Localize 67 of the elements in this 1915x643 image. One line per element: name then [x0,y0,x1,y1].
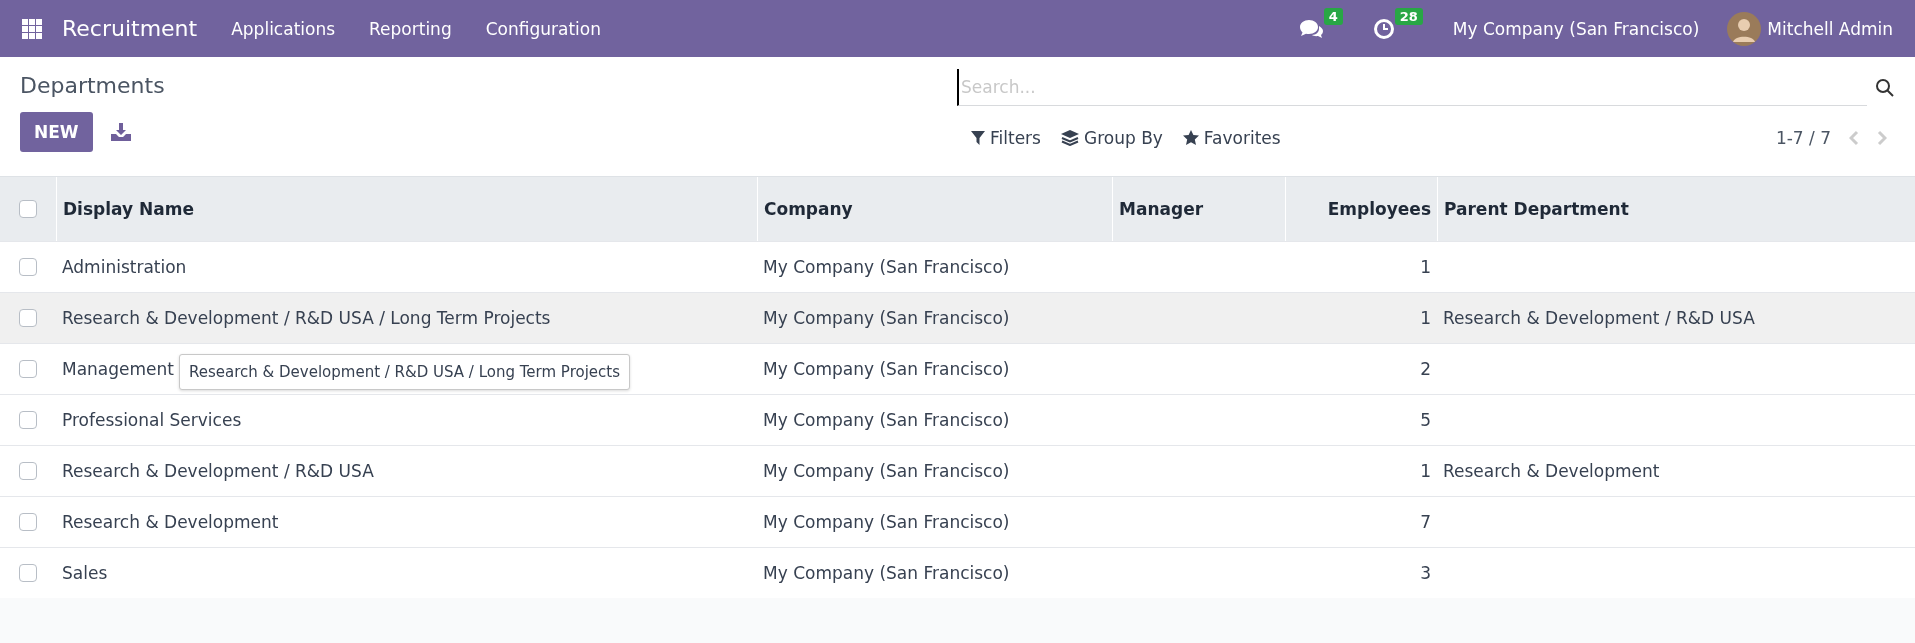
table-cell: 2 [1420,359,1431,379]
table-cell: Research & Development [62,512,279,532]
table-cell: 1 [1420,308,1431,328]
company-switcher[interactable]: My Company (San Francisco) [1452,18,1700,39]
table-cell: My Company (San Francisco) [763,359,1010,379]
filter-icon[interactable] [971,131,985,145]
table-cell: Research & Development [1443,461,1660,481]
table-cell: 3 [1420,563,1431,583]
table-cell: Research & Development / R&D USA [1443,308,1755,328]
pager-value[interactable]: 1-7 / 7 [1775,128,1831,148]
column-header[interactable]: Display Name [56,177,757,241]
download-icon[interactable] [110,123,131,141]
layers-icon[interactable] [1060,130,1079,146]
table-cell: Administration [62,257,187,277]
column-header[interactable]: Employees [1285,177,1437,241]
column-header[interactable]: Parent Department [1437,177,1915,241]
menu-item[interactable]: Applications [231,18,336,39]
table-cell: Management [62,359,174,379]
table-cell: 5 [1420,410,1431,430]
apps-grid-icon[interactable] [22,18,42,39]
chat-icon[interactable] [1297,17,1324,40]
star-icon[interactable] [1182,130,1199,146]
table-row[interactable]: Research & Development / R&D USA My Company (San Francisco) 1 Research & Development [0,445,1915,496]
favorite-menu-button[interactable]: Favorites [1182,128,1281,148]
table-row[interactable]: Professional Services My Company (San Francisco) 5 [0,394,1915,445]
row-checkbox[interactable] [19,309,37,327]
row-checkbox[interactable] [19,564,37,582]
new-button[interactable]: NEW [20,112,93,152]
table-cell: Professional Services [62,410,242,430]
table-cell: My Company (San Francisco) [763,512,1010,532]
table-cell: Research & Development / R&D USA / Long Term Projects [62,308,551,328]
table-cell: Research & Development / R&D USA [62,461,374,481]
chevron-right-icon[interactable] [1877,130,1887,146]
row-checkbox[interactable] [19,462,37,480]
row-checkbox[interactable] [19,513,37,531]
row-checkbox[interactable] [19,411,37,429]
page-title: Departments [20,73,166,98]
table-cell: My Company (San Francisco) [763,410,1010,430]
tooltip: Research & Development / R&D USA / Long Term Projects [179,354,630,390]
table-row[interactable]: Sales My Company (San Francisco) 3 [0,547,1915,598]
table-cell: 1 [1420,257,1431,277]
table-cell: 1 [1420,461,1431,481]
table-cell: My Company (San Francisco) [763,563,1010,583]
table-cell: My Company (San Francisco) [763,461,1010,481]
filter-menu-button[interactable]: Filters [971,128,1041,148]
table-cell: My Company (San Francisco) [763,308,1010,328]
table-cell: 7 [1420,512,1431,532]
user-name[interactable]: Mitchell Admin [1767,18,1893,39]
column-header[interactable]: Company [757,177,1112,241]
group-menu-button[interactable]: Group By [1060,128,1163,148]
row-checkbox[interactable] [19,258,37,276]
search-icon[interactable] [1875,77,1895,98]
message-count-badge: 4 [1323,7,1343,25]
clock-icon[interactable] [1372,17,1395,40]
menu-item[interactable]: Reporting [369,18,452,39]
table-cell: Sales [62,563,108,583]
menu-item[interactable]: Configuration [485,18,601,39]
column-header[interactable]: Manager [1112,177,1285,241]
app-name[interactable]: Recruitment [62,16,198,41]
row-checkbox[interactable] [19,360,37,378]
table-row[interactable]: Research & Development My Company (San Francisco) 7 [0,496,1915,547]
avatar-icon[interactable] [1727,11,1762,46]
activity-count-badge: 28 [1394,7,1423,25]
table-row[interactable]: Research & Development / R&D USA / Long Term Projects My Company (San Francisco) 1 Research & Development / R&D USA [0,292,1915,343]
table-cell: My Company (San Francisco) [763,257,1010,277]
chevron-left-icon[interactable] [1849,130,1859,146]
select-all-checkbox[interactable] [19,200,37,218]
